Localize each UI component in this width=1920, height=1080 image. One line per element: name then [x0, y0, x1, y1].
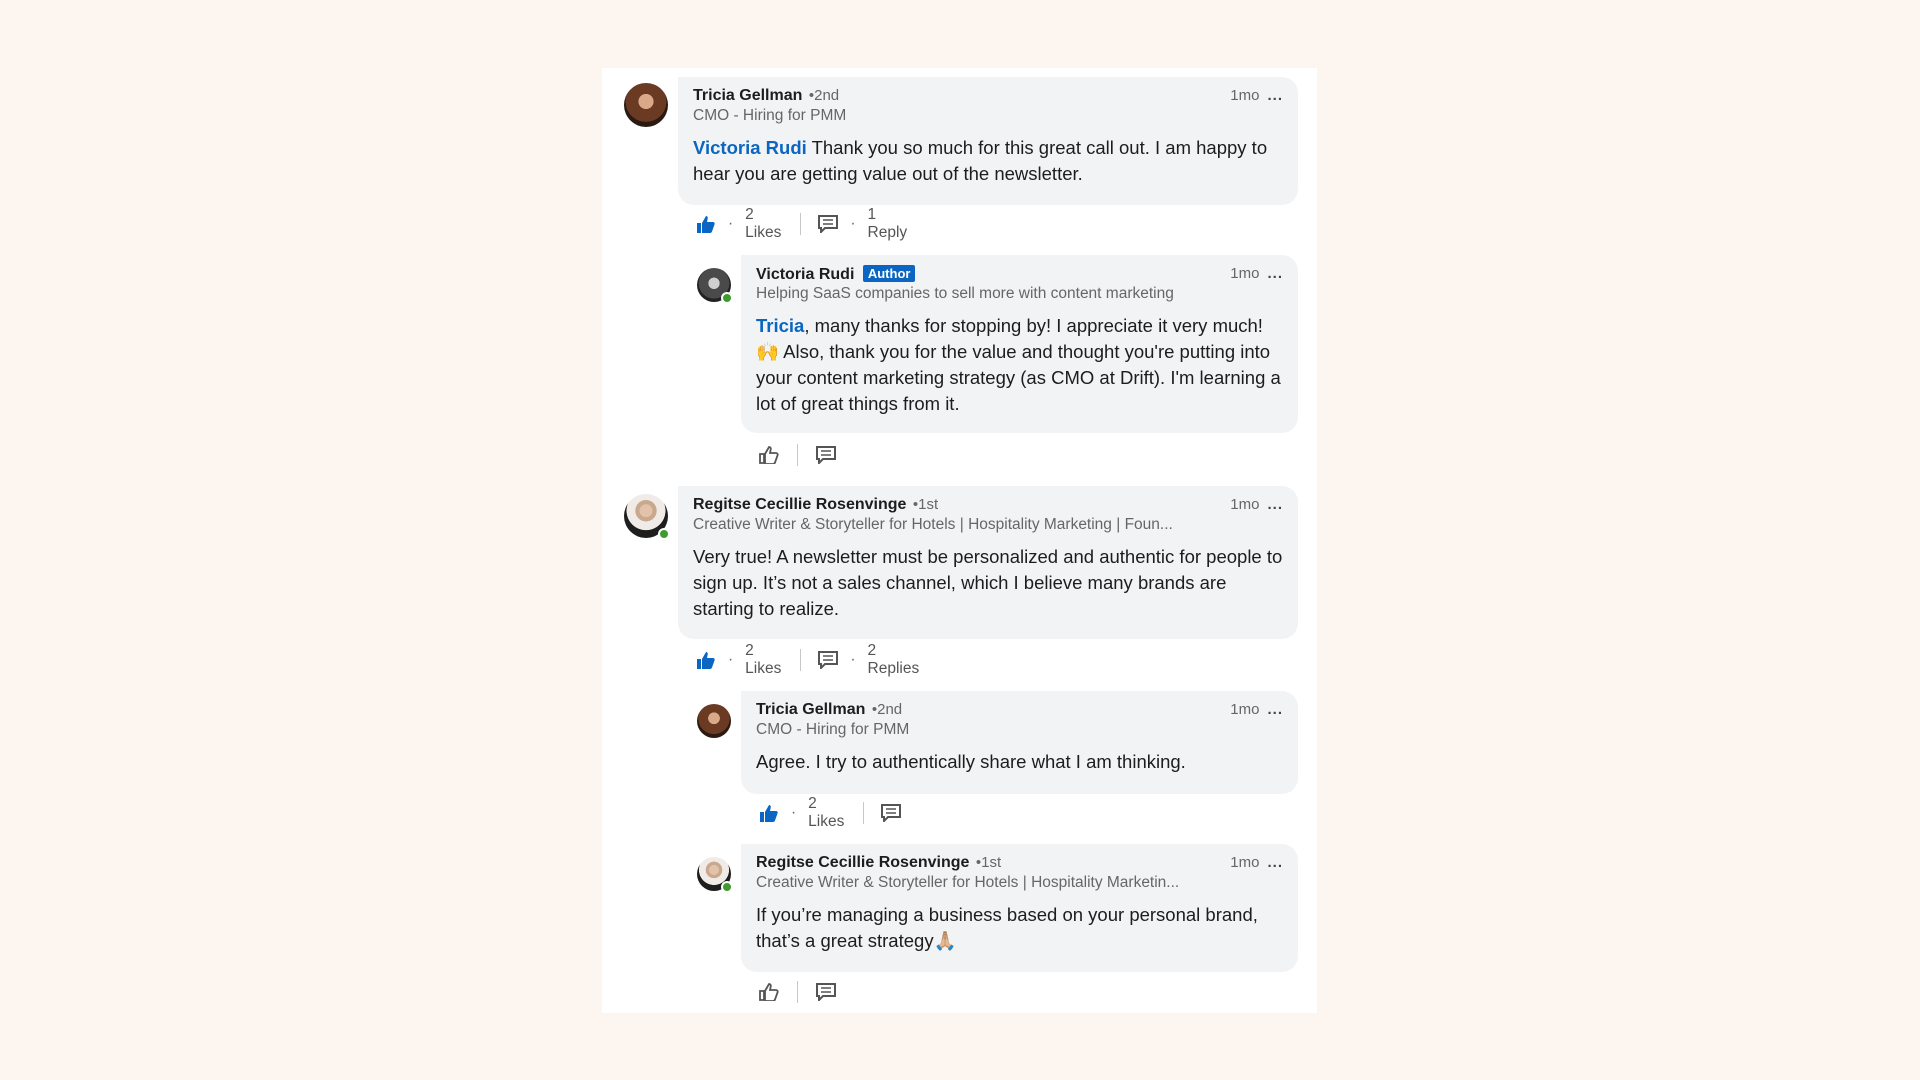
commenter-name[interactable]: Tricia Gellman: [693, 87, 802, 104]
connection-degree: •2nd: [871, 701, 903, 718]
connection-degree: •1st: [912, 496, 939, 513]
comment-text: If you’re managing a business based on y…: [756, 904, 1258, 951]
online-status-icon: [658, 528, 670, 540]
comment-time: 1mo: [1230, 87, 1260, 104]
thumbs-up-outline-icon[interactable]: [759, 446, 779, 464]
likes-count[interactable]: 2 Likes: [808, 795, 844, 831]
author-badge: Author: [862, 265, 916, 282]
comment-actions: · 2 Likes · 2 Replies: [696, 642, 919, 677]
comment-actions: · 2 Likes: [759, 795, 902, 830]
comment-time: 1mo: [1230, 854, 1260, 871]
thumbs-up-filled-icon[interactable]: [759, 804, 779, 822]
comment-text: Tricia, many thanks for stopping by! I a…: [756, 315, 1281, 414]
comment-icon[interactable]: [881, 804, 902, 822]
more-dots-icon[interactable]: ...: [1267, 854, 1283, 871]
comment-icon[interactable]: [818, 651, 839, 669]
comment-bubble: Regitse Cecillie Rosenvinge •1st 1mo... …: [741, 844, 1298, 972]
comment-bubble: Tricia Gellman •2nd 1mo... CMO - Hiring …: [678, 77, 1298, 205]
commenter-headline: Creative Writer & Storyteller for Hotels…: [693, 516, 1173, 533]
likes-count[interactable]: 2 Likes: [745, 642, 781, 678]
replies-count[interactable]: 2 Replies: [868, 642, 920, 678]
more-dots-icon[interactable]: ...: [1267, 701, 1283, 718]
comment-actions: [759, 980, 836, 1004]
commenter-headline: CMO - Hiring for PMM: [756, 721, 910, 738]
comment-text: Very true! A newsletter must be personal…: [693, 546, 1283, 619]
commenter-name[interactable]: Regitse Cecillie Rosenvinge: [756, 854, 969, 871]
avatar-tricia[interactable]: [697, 704, 731, 738]
online-status-icon: [721, 881, 733, 893]
comment-actions: · 2 Likes · 1 Reply: [696, 206, 907, 241]
replies-count[interactable]: 1 Reply: [868, 206, 908, 242]
commenter-name[interactable]: Victoria Rudi: [756, 266, 854, 283]
comment-bubble: Regitse Cecillie Rosenvinge •1st 1mo... …: [678, 486, 1298, 639]
comment-time: 1mo: [1230, 496, 1260, 513]
thumbs-up-filled-icon[interactable]: [696, 651, 716, 669]
avatar-victoria[interactable]: [697, 268, 733, 304]
more-dots-icon[interactable]: ...: [1267, 265, 1283, 282]
comment-text: Victoria Rudi Thank you so much for this…: [693, 137, 1268, 184]
online-status-icon: [721, 292, 733, 304]
comments-panel: Tricia Gellman •2nd 1mo... CMO - Hiring …: [602, 68, 1317, 1013]
more-dots-icon[interactable]: ...: [1267, 87, 1283, 104]
comment-icon[interactable]: [816, 446, 836, 464]
comment-icon[interactable]: [816, 983, 836, 1001]
thumbs-up-outline-icon[interactable]: [759, 983, 779, 1001]
comment-text: Agree. I try to authentically share what…: [756, 751, 1186, 772]
comment-icon[interactable]: [818, 215, 839, 233]
commenter-headline: Helping SaaS companies to sell more with…: [756, 285, 1174, 302]
commenter-headline: Creative Writer & Storyteller for Hotels…: [756, 874, 1180, 891]
comment-time: 1mo: [1230, 265, 1260, 282]
connection-degree: •1st: [975, 854, 1002, 871]
thumbs-up-filled-icon[interactable]: [696, 215, 716, 233]
mention-link[interactable]: Tricia: [756, 315, 804, 336]
commenter-headline: CMO - Hiring for PMM: [693, 107, 847, 124]
mention-link[interactable]: Victoria Rudi: [693, 137, 807, 158]
avatar-tricia[interactable]: [624, 83, 668, 127]
comment-actions: [759, 443, 836, 467]
avatar-regitse[interactable]: [624, 494, 670, 540]
likes-count[interactable]: 2 Likes: [745, 206, 781, 242]
comment-bubble: Tricia Gellman •2nd 1mo... CMO - Hiring …: [741, 691, 1298, 794]
commenter-name[interactable]: Regitse Cecillie Rosenvinge: [693, 496, 906, 513]
comment-bubble: Victoria Rudi Author 1mo... Helping SaaS…: [741, 255, 1298, 433]
connection-degree: •2nd: [808, 87, 840, 104]
comment-time: 1mo: [1230, 701, 1260, 718]
more-dots-icon[interactable]: ...: [1267, 496, 1283, 513]
avatar-regitse[interactable]: [697, 857, 733, 893]
commenter-name[interactable]: Tricia Gellman: [756, 701, 865, 718]
